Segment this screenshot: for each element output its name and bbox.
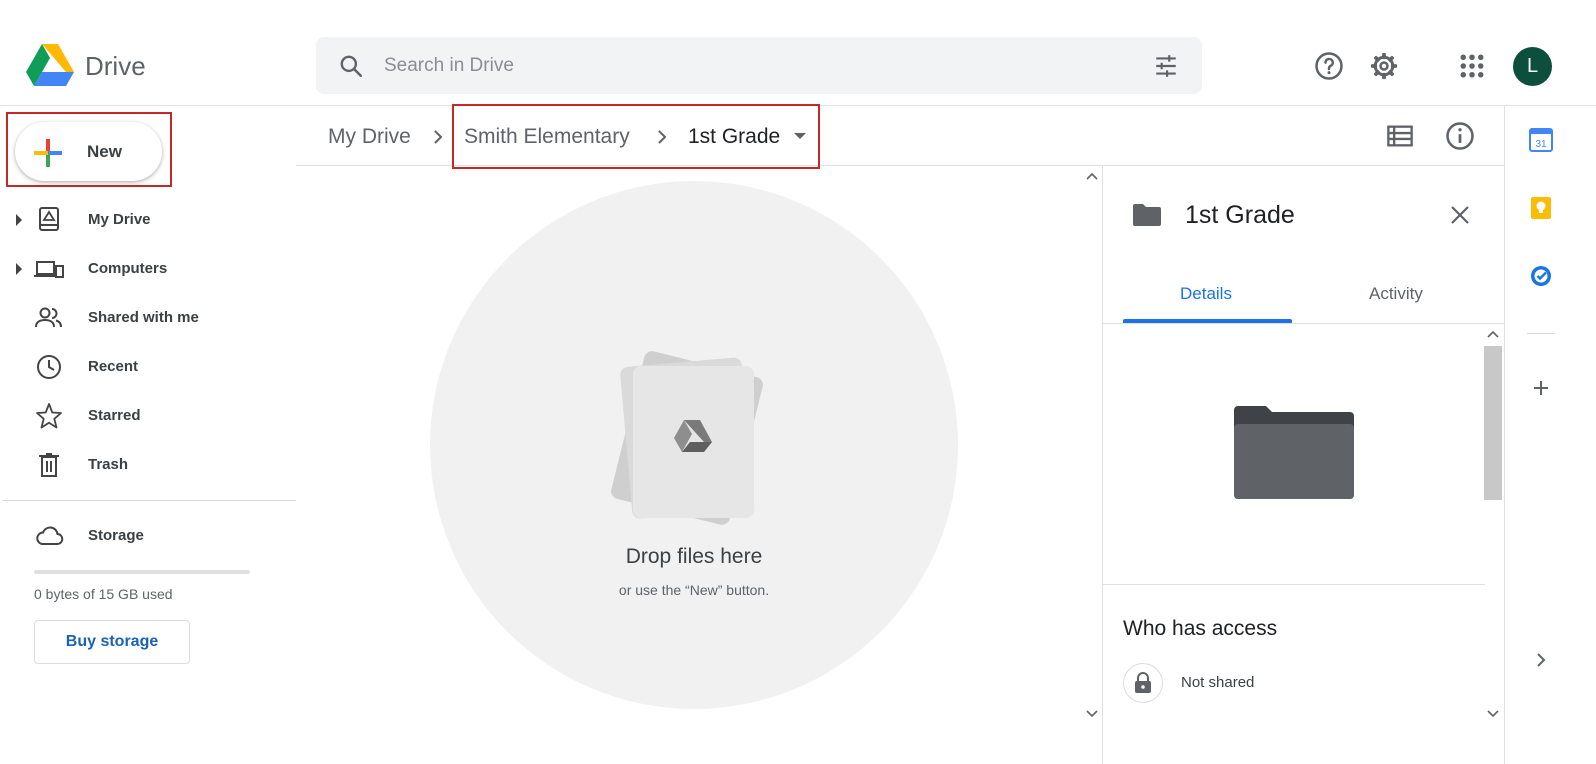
sidebar-item-label: My Drive [88, 211, 151, 228]
folder-icon [1133, 204, 1161, 226]
buy-storage-button[interactable]: Buy storage [34, 620, 190, 664]
lock-icon [1135, 672, 1151, 693]
rail-divider [1527, 333, 1555, 334]
chevron-right-icon [434, 130, 443, 144]
tab-details[interactable]: Details [1180, 284, 1232, 304]
breadcrumb-highlight [452, 104, 820, 169]
sidebar-item-shared-with-me[interactable]: Shared with me [0, 298, 296, 338]
trash-icon [39, 453, 59, 477]
storage-usage-text: 0 bytes of 15 GB used [34, 586, 173, 602]
panel-section-divider [1103, 584, 1485, 585]
tab-activity[interactable]: Activity [1369, 284, 1423, 304]
search-icon[interactable] [338, 53, 364, 79]
svg-text:31: 31 [1535, 139, 1547, 150]
drop-files-subtitle: or use the “New” button. [618, 582, 770, 598]
sidebar-item-label: Computers [88, 260, 168, 277]
sidebar-item-starred[interactable]: Starred [0, 396, 296, 436]
tabs-divider [1103, 323, 1505, 324]
help-icon[interactable] [1314, 51, 1344, 81]
sidebar-item-recent[interactable]: Recent [0, 347, 296, 387]
details-panel: 1st Grade Details Activity Who has acces… [1102, 166, 1505, 764]
scroll-up-arrow-icon[interactable] [1086, 172, 1098, 180]
shared-with-me-icon [35, 307, 62, 328]
sidebar-item-label: Recent [88, 358, 139, 375]
settings-gear-icon[interactable] [1369, 51, 1399, 81]
who-has-access-heading: Who has access [1123, 617, 1278, 640]
expand-arrow-icon[interactable] [16, 214, 22, 226]
details-panel-title: 1st Grade [1185, 201, 1295, 229]
scroll-down-arrow-icon[interactable] [1086, 710, 1098, 718]
add-addon-plus-icon[interactable] [1532, 379, 1550, 397]
folder-preview-icon [1234, 406, 1354, 499]
scrollbar-thumb[interactable] [1484, 346, 1502, 500]
sidebar-divider [2, 500, 296, 501]
expand-arrow-icon[interactable] [16, 263, 22, 275]
cloud-icon [36, 526, 64, 545]
sidebar-item-trash[interactable]: Trash [0, 445, 296, 485]
sidebar-item-my-drive[interactable]: My Drive [0, 200, 296, 240]
list-view-icon[interactable] [1386, 122, 1414, 150]
scroll-up-arrow-icon[interactable] [1487, 330, 1499, 338]
apps-grid-icon[interactable] [1457, 51, 1487, 81]
search-input[interactable] [384, 37, 1124, 94]
sidebar-item-label: Trash [88, 456, 129, 473]
access-status: Not shared [1181, 674, 1255, 691]
details-scrollbar[interactable] [1483, 322, 1503, 764]
search-options-icon[interactable] [1152, 53, 1180, 79]
close-icon[interactable] [1449, 204, 1471, 226]
tasks-icon[interactable] [1529, 264, 1553, 288]
sidebar-item-label: Storage [88, 527, 144, 544]
breadcrumb-my-drive[interactable]: My Drive [328, 125, 411, 149]
drive-logo-icon[interactable] [26, 44, 74, 86]
calendar-icon[interactable]: 31 [1529, 128, 1553, 152]
drop-files-illustration-icon [611, 351, 763, 525]
storage-progress-bar [34, 570, 250, 574]
top-bar: Drive Search in Drive L [0, 0, 1596, 106]
sidebar-item-storage[interactable]: Storage [0, 516, 296, 556]
side-panel-rail: 31 [1504, 106, 1596, 764]
star-icon [36, 403, 62, 429]
app-name[interactable]: Drive [85, 51, 146, 82]
main-scrollbar[interactable] [1082, 166, 1102, 764]
recent-clock-icon [37, 355, 61, 379]
drop-files-title: Drop files here [625, 545, 763, 568]
my-drive-icon [39, 207, 59, 231]
sidebar-item-label: Starred [88, 407, 141, 424]
sidebar-item-computers[interactable]: Computers [0, 249, 296, 289]
expand-panel-chevron-icon[interactable] [1535, 652, 1547, 668]
access-avatar [1123, 663, 1163, 703]
account-avatar[interactable]: L [1513, 47, 1552, 86]
scroll-down-arrow-icon[interactable] [1487, 710, 1499, 718]
keep-icon[interactable] [1529, 196, 1553, 220]
search-bar[interactable] [316, 37, 1202, 94]
new-button-highlight [6, 112, 172, 187]
computers-icon [34, 261, 64, 278]
sidebar-item-label: Shared with me [88, 309, 199, 326]
view-details-info-icon[interactable] [1445, 121, 1475, 151]
